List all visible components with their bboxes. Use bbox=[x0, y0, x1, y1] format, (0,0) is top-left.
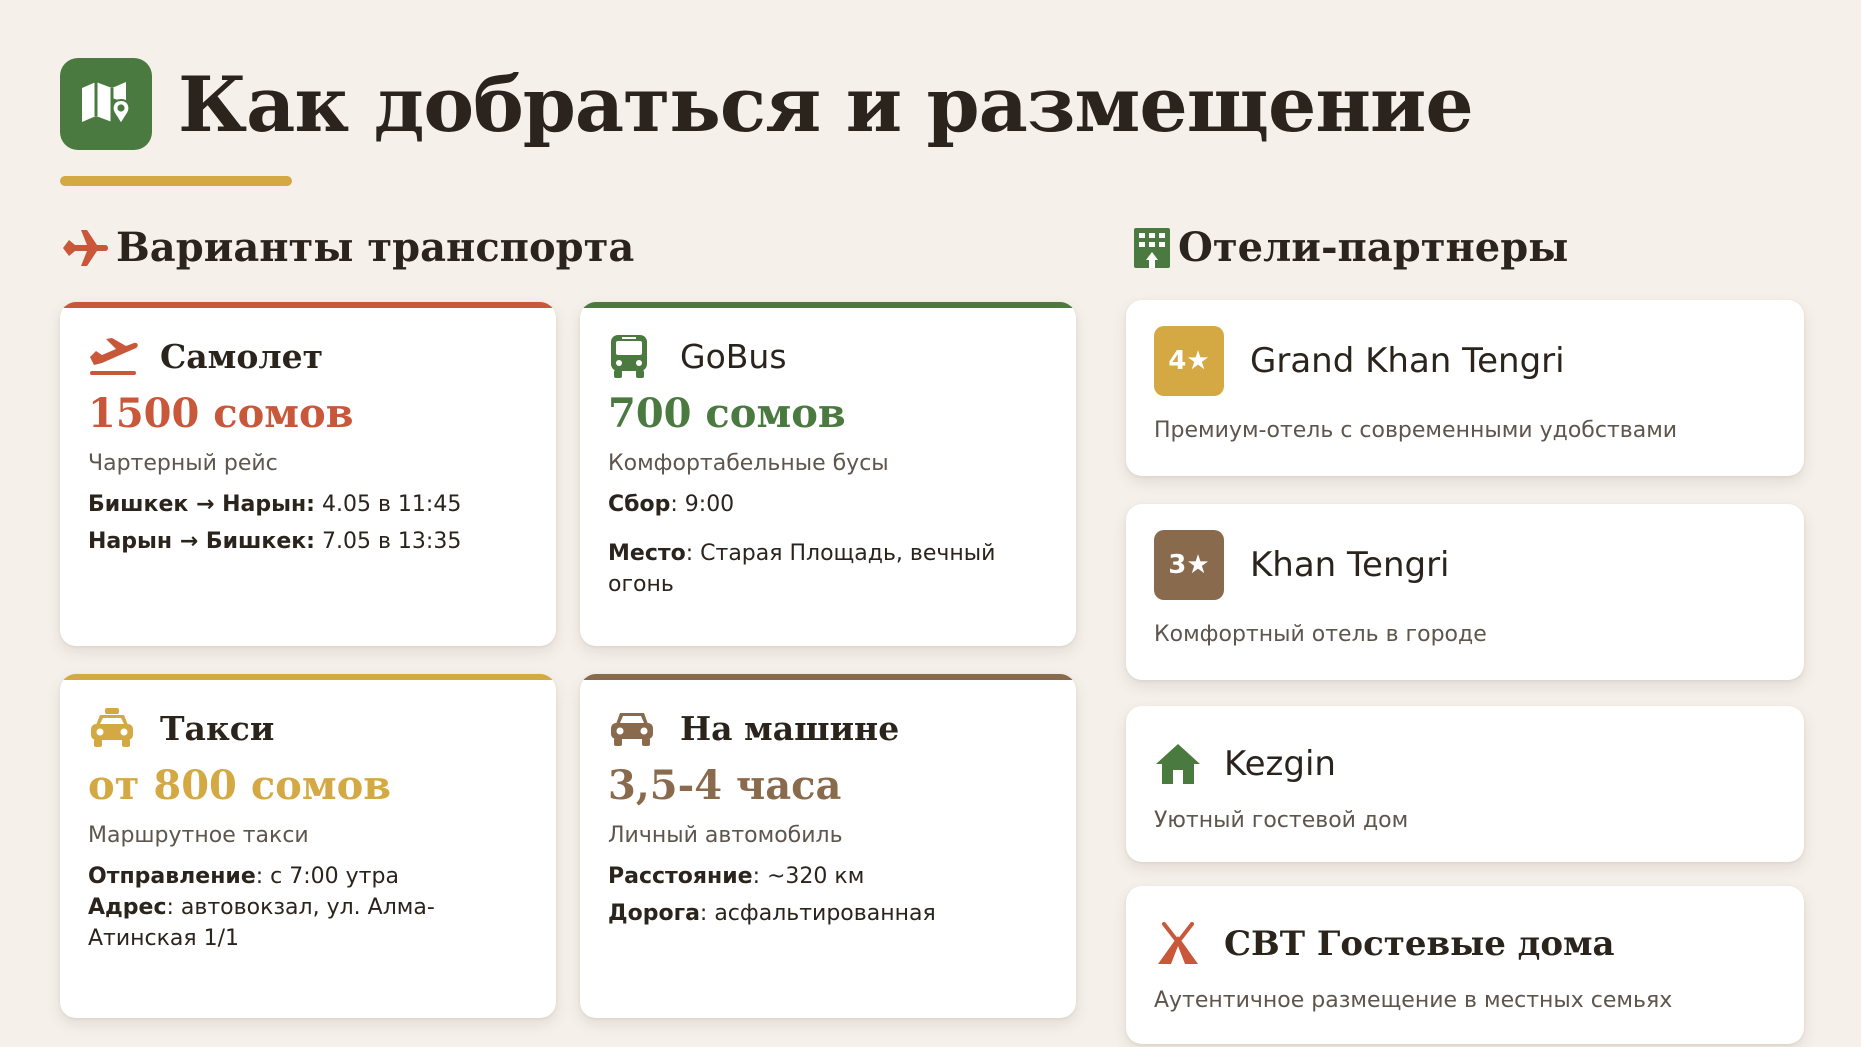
hotel-building-icon bbox=[1130, 226, 1174, 270]
hotel-description: Уютный гостевой дом bbox=[1154, 808, 1409, 833]
hotel-name: CBT Гостевые дома bbox=[1224, 924, 1615, 964]
transport-detail: Отправление: с 7:00 утра bbox=[88, 864, 399, 889]
card-accent-bar bbox=[580, 674, 1076, 680]
hotel-name: Kezgin bbox=[1224, 744, 1336, 784]
transport-detail: Бишкек → Нарын: 4.05 в 11:45 bbox=[88, 492, 462, 517]
transport-card-plane: Самолет 1500 сомов Чартерный рейс Бишкек… bbox=[60, 302, 556, 646]
transport-name: GoBus bbox=[680, 336, 787, 376]
transport-heading-text: Варианты транспорта bbox=[116, 224, 635, 271]
taxi-icon bbox=[88, 704, 140, 752]
transport-subtitle: Чартерный рейс bbox=[88, 451, 278, 476]
transport-name: Такси bbox=[160, 708, 275, 748]
title-underline bbox=[60, 176, 292, 186]
card-accent-bar bbox=[580, 302, 1076, 308]
transport-detail: Расстояние: ~320 км bbox=[608, 864, 865, 889]
transport-price: 700 сомов bbox=[608, 390, 846, 437]
star-rating-badge: 4★ bbox=[1154, 326, 1224, 396]
transport-name: На машине bbox=[680, 708, 900, 748]
hotel-card: Kezgin Уютный гостевой дом bbox=[1126, 706, 1804, 862]
page-header: Как добраться и размещение bbox=[60, 58, 1474, 150]
hotels-heading: Отели-партнеры bbox=[1130, 224, 1568, 271]
transport-price: 1500 сомов bbox=[88, 390, 354, 437]
transport-detail: Адрес: автовокзал, ул. Алма-Атинская 1/1 bbox=[88, 894, 435, 951]
transport-name: Самолет bbox=[160, 336, 324, 376]
transport-card-car: На машине 3,5-4 часа Личный автомобиль Р… bbox=[580, 674, 1076, 1018]
bus-icon bbox=[608, 332, 660, 380]
transport-card-taxi: Такси от 800 сомов Маршрутное такси Отпр… bbox=[60, 674, 556, 1018]
map-location-icon bbox=[60, 58, 152, 150]
hotel-card: 4★ Grand Khan Tengri Премиум-отель с сов… bbox=[1126, 300, 1804, 476]
page-title: Как добраться и размещение bbox=[178, 59, 1474, 149]
transport-card-bus: GoBus 700 сомов Комфортабельные бусы Сбо… bbox=[580, 302, 1076, 646]
transport-price: 3,5-4 часа bbox=[608, 762, 842, 809]
transport-detail: Сбор: 9:00 bbox=[608, 492, 735, 517]
hotel-description: Премиум-отель с современными удобствами bbox=[1154, 418, 1678, 443]
transport-detail: Место: Старая Площадь, вечный огонь bbox=[608, 540, 996, 597]
hotels-heading-text: Отели-партнеры bbox=[1178, 224, 1569, 271]
hotel-description: Аутентичное размещение в местных семьях bbox=[1154, 988, 1673, 1013]
card-accent-bar bbox=[60, 302, 556, 308]
hotel-name: Khan Tengri bbox=[1250, 545, 1450, 585]
card-accent-bar bbox=[60, 674, 556, 680]
transport-detail: Дорога: асфальтированная bbox=[608, 900, 936, 926]
hotel-name: Grand Khan Tengri bbox=[1250, 341, 1565, 381]
star-rating-badge: 3★ bbox=[1154, 530, 1224, 600]
car-icon bbox=[608, 704, 660, 752]
airplane-icon bbox=[60, 226, 112, 270]
transport-detail: Нарын → Бишкек: 7.05 в 13:35 bbox=[88, 528, 462, 554]
airplane-departure-icon bbox=[88, 332, 140, 380]
hotel-card: CBT Гостевые дома Аутентичное размещение… bbox=[1126, 886, 1804, 1044]
hotel-description: Комфортный отель в городе bbox=[1154, 622, 1487, 647]
transport-subtitle: Маршрутное такси bbox=[88, 823, 309, 848]
transport-subtitle: Личный автомобиль bbox=[608, 823, 843, 848]
tent-icon bbox=[1154, 916, 1210, 972]
transport-heading: Варианты транспорта bbox=[60, 224, 634, 271]
house-icon bbox=[1154, 736, 1210, 792]
transport-price: от 800 сомов bbox=[88, 762, 392, 809]
transport-subtitle: Комфортабельные бусы bbox=[608, 451, 889, 476]
hotel-card: 3★ Khan Tengri Комфортный отель в городе bbox=[1126, 504, 1804, 680]
